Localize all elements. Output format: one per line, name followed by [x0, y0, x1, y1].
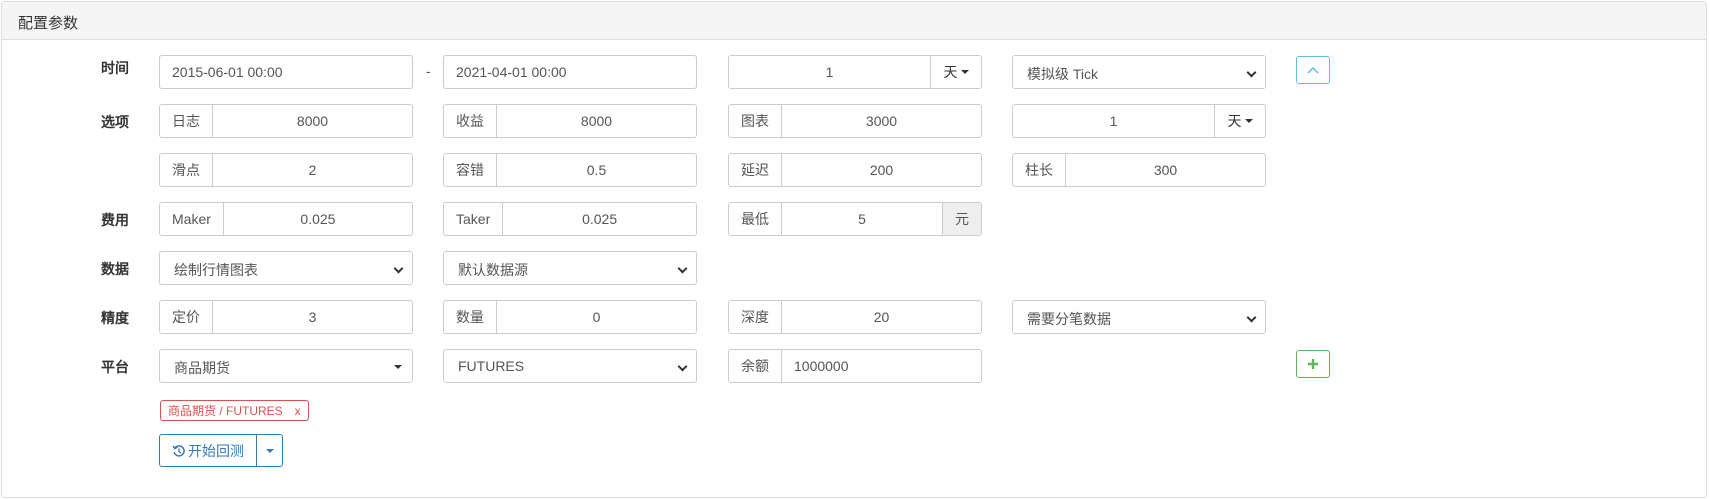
caret-down-icon — [960, 70, 969, 74]
tolerance-input[interactable]: 容错 0.5 — [443, 153, 697, 187]
chevron-down-icon — [1246, 67, 1257, 78]
chart-mode-value: 绘制行情图表 — [174, 262, 258, 278]
run-options-dropdown[interactable] — [257, 434, 283, 467]
profit-input[interactable]: 收益 8000 — [443, 104, 697, 138]
kline-period-input[interactable]: 1 天 — [1012, 104, 1266, 138]
chart-mode-select[interactable]: 绘制行情图表 — [159, 251, 413, 285]
maker-fee-input[interactable]: Maker 0.025 — [159, 202, 413, 236]
tolerance-value: 0.5 — [586, 162, 607, 178]
kline-period-value: 1 — [1109, 113, 1118, 129]
log-value: 8000 — [296, 113, 329, 129]
mode-select[interactable]: 模拟级 Tick — [1012, 55, 1266, 89]
end-time-value: 2021-04-01 00:00 — [456, 64, 567, 80]
chevron-down-icon — [393, 263, 404, 274]
end-time-input[interactable]: 2021-04-01 00:00 — [443, 55, 697, 89]
start-time-value: 2015-06-01 00:00 — [172, 64, 283, 80]
caret-down-icon — [394, 365, 402, 369]
profit-label: 收益 — [444, 105, 497, 137]
taker-value: 0.025 — [582, 211, 618, 227]
panel-title: 配置参数 — [18, 15, 79, 32]
depth-label: 深度 — [729, 301, 782, 333]
min-fee-label: 最低 — [729, 203, 782, 235]
kline-unit-label: 天 — [1227, 113, 1242, 129]
platform-tag: 商品期货 / FUTURES x — [160, 400, 309, 421]
exchange-dropdown[interactable]: 商品期货 — [159, 349, 413, 383]
exchange-value: 商品期货 — [174, 360, 230, 376]
taker-fee-input[interactable]: Taker 0.025 — [443, 202, 697, 236]
min-fee-input[interactable]: 最低 5 元 — [728, 202, 982, 236]
chevron-down-icon — [1246, 312, 1257, 323]
market-value: FUTURES — [458, 358, 525, 374]
run-backtest-group: 开始回测 — [159, 434, 283, 467]
panel-heading: 配置参数 — [2, 2, 1706, 40]
price-precision-input[interactable]: 定价 3 — [159, 300, 413, 334]
delay-input[interactable]: 延迟 200 — [728, 153, 982, 187]
qty-precision-input[interactable]: 数量 0 — [443, 300, 697, 334]
caret-down-icon — [1244, 119, 1253, 123]
balance-label: 余额 — [729, 350, 782, 382]
period-input[interactable]: 1 天 — [728, 55, 982, 89]
time-separator: - — [426, 63, 431, 79]
run-backtest-button[interactable]: 开始回测 — [159, 434, 257, 467]
chart-input[interactable]: 图表 3000 — [728, 104, 982, 138]
row-label-precision: 精度 — [101, 310, 129, 326]
maker-label: Maker — [160, 203, 224, 235]
currency-unit: 元 — [942, 203, 981, 235]
log-label: 日志 — [160, 105, 213, 137]
history-icon — [172, 444, 185, 457]
tick-data-select[interactable]: 需要分笔数据 — [1012, 300, 1266, 334]
row-label-fee: 费用 — [101, 212, 129, 228]
price-precision-value: 3 — [308, 309, 317, 325]
depth-value: 20 — [873, 309, 890, 325]
bar-length-label: 柱长 — [1013, 154, 1066, 186]
maker-value: 0.025 — [300, 211, 336, 227]
taker-label: Taker — [444, 203, 504, 235]
data-source-select[interactable]: 默认数据源 — [443, 251, 697, 285]
price-precision-label: 定价 — [160, 301, 213, 333]
period-unit-label: 天 — [943, 64, 958, 80]
period-value: 1 — [825, 64, 834, 80]
market-select[interactable]: FUTURES — [443, 349, 697, 383]
qty-precision-label: 数量 — [444, 301, 497, 333]
kline-unit-dropdown[interactable]: 天 — [1214, 105, 1265, 137]
balance-input[interactable]: 余额 1000000 — [728, 349, 982, 383]
caret-down-icon — [265, 448, 274, 453]
add-platform-button[interactable] — [1296, 350, 1330, 378]
data-source-value: 默认数据源 — [458, 262, 528, 278]
period-unit-dropdown[interactable]: 天 — [930, 56, 981, 88]
profit-value: 8000 — [580, 113, 613, 129]
min-fee-value: 5 — [858, 211, 866, 227]
start-time-input[interactable]: 2015-06-01 00:00 — [159, 55, 413, 89]
chart-value: 3000 — [865, 113, 898, 129]
delay-value: 200 — [869, 162, 894, 178]
depth-input[interactable]: 深度 20 — [728, 300, 982, 334]
log-input[interactable]: 日志 8000 — [159, 104, 413, 138]
tick-data-value: 需要分笔数据 — [1027, 311, 1111, 327]
row-label-time: 时间 — [101, 60, 129, 76]
bar-length-input[interactable]: 柱长 300 — [1012, 153, 1266, 187]
balance-value: 1000000 — [794, 358, 849, 374]
tolerance-label: 容错 — [444, 154, 497, 186]
collapse-button[interactable] — [1296, 56, 1330, 84]
slippage-input[interactable]: 滑点 2 — [159, 153, 413, 187]
slippage-value: 2 — [308, 162, 317, 178]
qty-precision-value: 0 — [592, 309, 601, 325]
run-backtest-label: 开始回测 — [188, 442, 244, 459]
row-label-options: 选项 — [101, 114, 129, 130]
chevron-down-icon — [677, 263, 688, 274]
bar-length-value: 300 — [1153, 162, 1178, 178]
row-label-platform: 平台 — [101, 359, 129, 375]
remove-tag-button[interactable]: x — [295, 404, 301, 418]
row-label-data: 数据 — [101, 261, 129, 277]
chevron-down-icon — [677, 361, 688, 372]
slippage-label: 滑点 — [160, 154, 213, 186]
chart-label: 图表 — [729, 105, 782, 137]
platform-tag-label: 商品期货 / FUTURES — [168, 404, 283, 418]
mode-select-value: 模拟级 Tick — [1027, 66, 1099, 82]
delay-label: 延迟 — [729, 154, 782, 186]
chevron-up-icon — [1307, 66, 1319, 74]
plus-icon — [1308, 359, 1318, 369]
